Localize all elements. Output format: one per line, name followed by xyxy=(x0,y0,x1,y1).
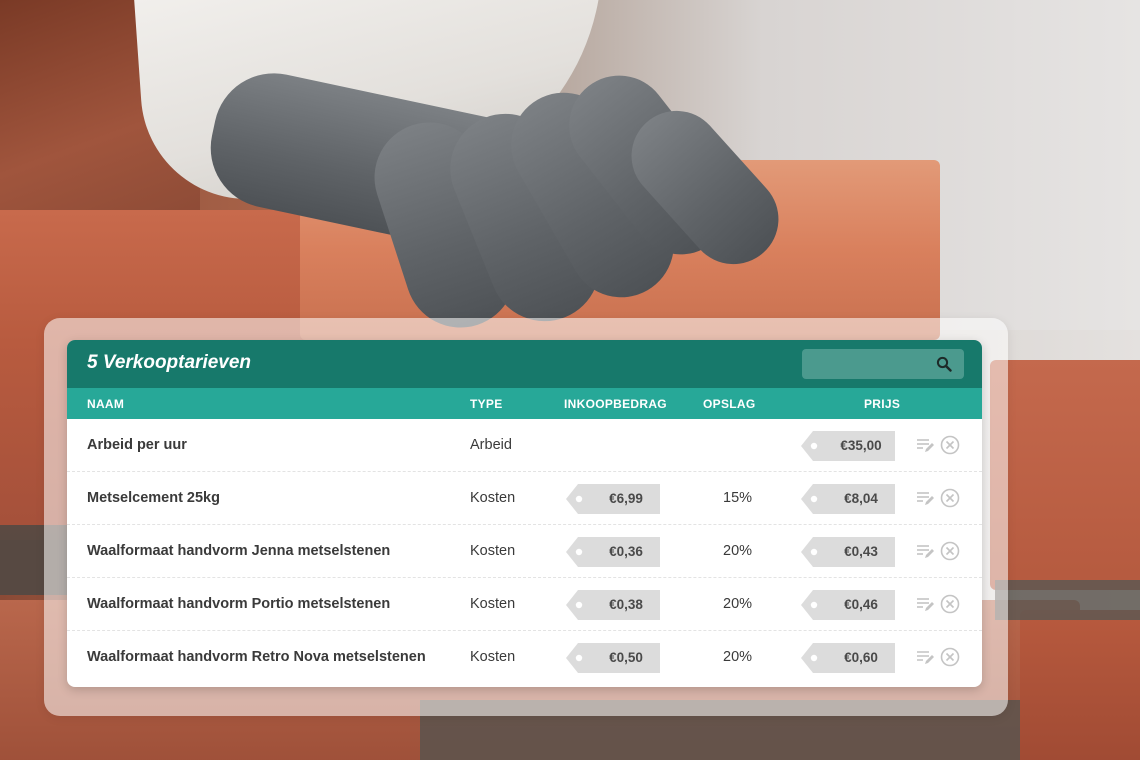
column-header-type[interactable]: TYPE xyxy=(470,397,503,411)
purchase-price-tag: €0,38 xyxy=(566,590,660,620)
column-header-prijs[interactable]: PRIJS xyxy=(864,397,900,411)
row-inkoopbedrag: €0,36 xyxy=(609,544,643,559)
search-input[interactable] xyxy=(802,349,948,379)
column-header-naam[interactable]: NAAM xyxy=(87,397,124,411)
row-naam: Waalformaat handvorm Retro Nova metselst… xyxy=(87,649,426,665)
row-prijs: €0,60 xyxy=(844,650,878,665)
remove-icon[interactable] xyxy=(940,594,960,614)
row-type: Arbeid xyxy=(470,437,512,453)
row-opslag: 20% xyxy=(723,543,753,559)
table-row[interactable]: Metselcement 25kg Kosten €6,99 15% €8,04 xyxy=(67,472,982,525)
remove-icon[interactable] xyxy=(940,488,960,508)
remove-icon[interactable] xyxy=(940,541,960,561)
row-type: Kosten xyxy=(470,596,516,612)
price-tag: €0,46 xyxy=(801,590,895,620)
row-type: Kosten xyxy=(470,649,516,665)
row-prijs: €35,00 xyxy=(840,438,882,453)
row-opslag: 20% xyxy=(723,649,753,665)
table-row[interactable]: Waalformaat handvorm Retro Nova metselst… xyxy=(67,631,982,683)
row-prijs: €0,46 xyxy=(844,597,878,612)
row-type: Kosten xyxy=(470,543,516,559)
purchase-price-tag: €6,99 xyxy=(566,484,660,514)
row-naam: Waalformaat handvorm Jenna metselstenen xyxy=(87,543,391,559)
edit-icon[interactable] xyxy=(915,488,935,508)
table-row[interactable]: Waalformaat handvorm Jenna metselstenen … xyxy=(67,525,982,578)
row-opslag: 15% xyxy=(723,490,753,506)
row-inkoopbedrag: €0,50 xyxy=(609,650,643,665)
column-header-inkoopbedrag[interactable]: INKOOPBEDRAG xyxy=(564,397,667,411)
table-header: 5 Verkooptarieven xyxy=(67,340,982,388)
price-tag: €8,04 xyxy=(801,484,895,514)
row-type: Kosten xyxy=(470,490,516,506)
purchase-price-tag: €0,36 xyxy=(566,537,660,567)
edit-icon[interactable] xyxy=(915,647,935,667)
edit-icon[interactable] xyxy=(915,541,935,561)
row-inkoopbedrag: €6,99 xyxy=(609,491,643,506)
column-header-opslag[interactable]: OPSLAG xyxy=(703,397,755,411)
remove-icon[interactable] xyxy=(940,647,960,667)
purchase-price-tag: €0,50 xyxy=(566,643,660,673)
table-body: Arbeid per uur Arbeid €35,00 Metselcemen… xyxy=(67,419,982,683)
row-prijs: €8,04 xyxy=(844,491,878,506)
price-tag: €0,43 xyxy=(801,537,895,567)
remove-icon[interactable] xyxy=(940,435,960,455)
search-box[interactable] xyxy=(802,349,964,379)
row-prijs: €0,43 xyxy=(844,544,878,559)
edit-icon[interactable] xyxy=(915,435,935,455)
search-icon[interactable] xyxy=(936,356,952,372)
edit-icon[interactable] xyxy=(915,594,935,614)
row-naam: Waalformaat handvorm Portio metselstenen xyxy=(87,596,391,612)
column-headers: NAAM TYPE INKOOPBEDRAG OPSLAG PRIJS xyxy=(67,388,982,419)
table-row[interactable]: Arbeid per uur Arbeid €35,00 xyxy=(67,419,982,472)
row-opslag: 20% xyxy=(723,596,753,612)
price-tag: €35,00 xyxy=(801,431,895,461)
row-naam: Metselcement 25kg xyxy=(87,490,220,506)
rates-table-card: 5 Verkooptarieven NAAM TYPE INKOOPBEDRAG… xyxy=(67,340,982,687)
price-tag: €0,60 xyxy=(801,643,895,673)
row-inkoopbedrag: €0,38 xyxy=(609,597,643,612)
table-title: 5 Verkooptarieven xyxy=(87,352,252,373)
row-naam: Arbeid per uur xyxy=(87,437,187,453)
table-row[interactable]: Waalformaat handvorm Portio metselstenen… xyxy=(67,578,982,631)
